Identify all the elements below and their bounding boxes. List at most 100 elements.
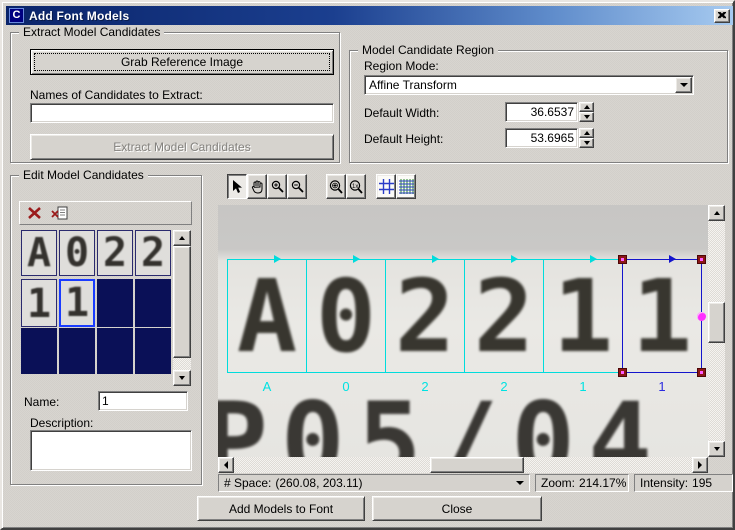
character-region-label: 2 xyxy=(421,379,429,394)
select-tool-icon[interactable] xyxy=(227,174,247,199)
viewer-hscroll-thumb[interactable] xyxy=(430,457,524,473)
intensity-status: Intensity: 195 xyxy=(634,474,733,492)
candidate-cell[interactable]: 2 xyxy=(97,230,133,276)
interactive-zoom-icon[interactable] xyxy=(326,174,346,199)
candidate-scroll-thumb[interactable] xyxy=(173,246,191,358)
default-height-spin-up-icon[interactable] xyxy=(579,128,594,138)
selected-character-region-box[interactable]: 1 xyxy=(618,255,706,377)
grid-icon[interactable] xyxy=(376,174,396,199)
viewer-scroll-up-icon[interactable] xyxy=(708,205,725,221)
description-textarea[interactable] xyxy=(34,433,188,468)
extract-group-title: Extract Model Candidates xyxy=(19,25,165,39)
empty-candidate-cell[interactable] xyxy=(135,328,171,374)
intensity-label: Intensity: xyxy=(640,476,689,490)
character-region-box[interactable]: 2 xyxy=(464,255,544,375)
candidate-thumbnail-char: 2 xyxy=(140,230,166,276)
region-direction-arrow-icon xyxy=(590,255,597,263)
region-direction-arrow-icon xyxy=(274,255,281,263)
image-character: 1 xyxy=(631,257,693,375)
character-region-box[interactable]: 0 xyxy=(306,255,386,375)
default-width-spin-down-icon[interactable] xyxy=(579,112,594,122)
character-region-box[interactable]: 1 xyxy=(543,255,623,375)
candidate-scroll-up-icon[interactable] xyxy=(173,230,191,246)
region-mode-value: Affine Transform xyxy=(369,78,457,92)
candidate-cell[interactable]: 2 xyxy=(135,230,171,276)
empty-candidate-cell[interactable] xyxy=(97,328,133,374)
character-region-box[interactable]: A xyxy=(227,255,307,375)
default-height-spin-down-icon[interactable] xyxy=(579,138,594,148)
region-direction-arrow-icon xyxy=(353,255,360,263)
image-character: 2 xyxy=(473,257,535,375)
intensity-value: 195 xyxy=(692,476,713,490)
region-direction-arrow-icon xyxy=(669,255,676,263)
grab-reference-image-button[interactable]: Grab Reference Image xyxy=(30,49,334,75)
character-region-label: 1 xyxy=(658,379,666,394)
space-label: # Space: xyxy=(224,476,272,490)
viewer-vscroll-thumb[interactable] xyxy=(708,302,725,343)
image-character: 0 xyxy=(315,257,377,375)
pan-tool-icon[interactable] xyxy=(247,174,267,199)
add-models-to-font-button[interactable]: Add Models to Font xyxy=(197,496,365,521)
candidate-cell[interactable]: A xyxy=(21,230,57,276)
region-corner-handle[interactable] xyxy=(697,255,706,264)
character-region-label: A xyxy=(262,379,272,394)
region-corner-handle[interactable] xyxy=(618,368,627,377)
zoom-value: 214.17% xyxy=(579,476,627,490)
titlebar[interactable]: C Add Font Models xyxy=(6,6,733,25)
delete-all-candidates-icon[interactable] xyxy=(51,206,69,221)
candidate-thumbnail-char: 1 xyxy=(26,281,52,327)
candidate-thumbnail-char: 2 xyxy=(102,230,128,276)
default-width-label: Default Width: xyxy=(364,106,440,120)
name-label: Name: xyxy=(24,395,60,409)
image-viewer[interactable]: P05/04 AA0022221111 xyxy=(218,205,708,457)
default-height-input[interactable] xyxy=(509,131,574,145)
candidate-cell[interactable]: 1 xyxy=(21,279,57,327)
names-of-candidates-input-wrap xyxy=(30,103,334,123)
space-value: (260.08, 203.11) xyxy=(275,476,363,490)
character-region-label: 0 xyxy=(342,379,350,394)
region-corner-handle[interactable] xyxy=(697,368,706,377)
image-character: 1 xyxy=(552,257,614,375)
description-field-wrap xyxy=(30,430,192,471)
empty-candidate-cell[interactable] xyxy=(135,279,171,327)
region-mode-combobox[interactable]: Affine Transform xyxy=(364,75,694,95)
description-label: Description: xyxy=(30,416,94,430)
names-of-candidates-input[interactable] xyxy=(34,106,330,120)
character-region-label: 2 xyxy=(500,379,508,394)
region-rotation-handle[interactable] xyxy=(697,312,706,321)
close-button[interactable]: Close xyxy=(372,496,542,521)
delete-candidate-icon[interactable] xyxy=(27,206,42,220)
add-font-models-dialog: C Add Font Models Extract Model Candidat… xyxy=(0,0,735,530)
candidate-cell[interactable]: 0 xyxy=(59,230,95,276)
empty-candidate-cell[interactable] xyxy=(21,328,57,374)
candidate-thumbnail-char: A xyxy=(26,230,52,276)
fine-grid-icon[interactable] xyxy=(396,174,416,199)
empty-candidate-cell[interactable] xyxy=(97,279,133,327)
zoom-1x-icon[interactable]: 1x xyxy=(346,174,366,199)
empty-candidate-cell[interactable] xyxy=(59,328,95,374)
candidate-scroll-down-icon[interactable] xyxy=(173,370,191,386)
candidate-cell[interactable]: 1 xyxy=(59,279,95,327)
region-direction-arrow-icon xyxy=(432,255,439,263)
name-input[interactable] xyxy=(102,394,184,408)
names-of-candidates-label: Names of Candidates to Extract: xyxy=(30,88,203,102)
viewer-scroll-left-icon[interactable] xyxy=(218,457,234,473)
viewer-scroll-right-icon[interactable] xyxy=(692,457,708,473)
region-group-title: Model Candidate Region xyxy=(358,43,499,57)
viewer-scroll-down-icon[interactable] xyxy=(708,441,725,457)
window-title: Add Font Models xyxy=(29,8,130,23)
region-mode-dropdown-icon[interactable] xyxy=(675,77,692,93)
edit-toolbar xyxy=(19,201,192,225)
coordinate-space-combobox[interactable]: # Space: (260.08, 203.11) xyxy=(218,474,530,492)
image-character: A xyxy=(236,257,298,375)
space-dropdown-icon[interactable] xyxy=(516,481,524,485)
character-region-box[interactable]: 2 xyxy=(385,255,465,375)
zoom-out-icon[interactable] xyxy=(287,174,307,199)
region-corner-handle[interactable] xyxy=(618,255,627,264)
extract-model-candidates-button[interactable]: Extract Model Candidates xyxy=(30,134,334,160)
close-icon[interactable] xyxy=(714,8,730,23)
region-direction-arrow-icon xyxy=(511,255,518,263)
zoom-in-icon[interactable] xyxy=(267,174,287,199)
default-width-input[interactable] xyxy=(509,105,574,119)
default-width-spin-up-icon[interactable] xyxy=(579,102,594,112)
